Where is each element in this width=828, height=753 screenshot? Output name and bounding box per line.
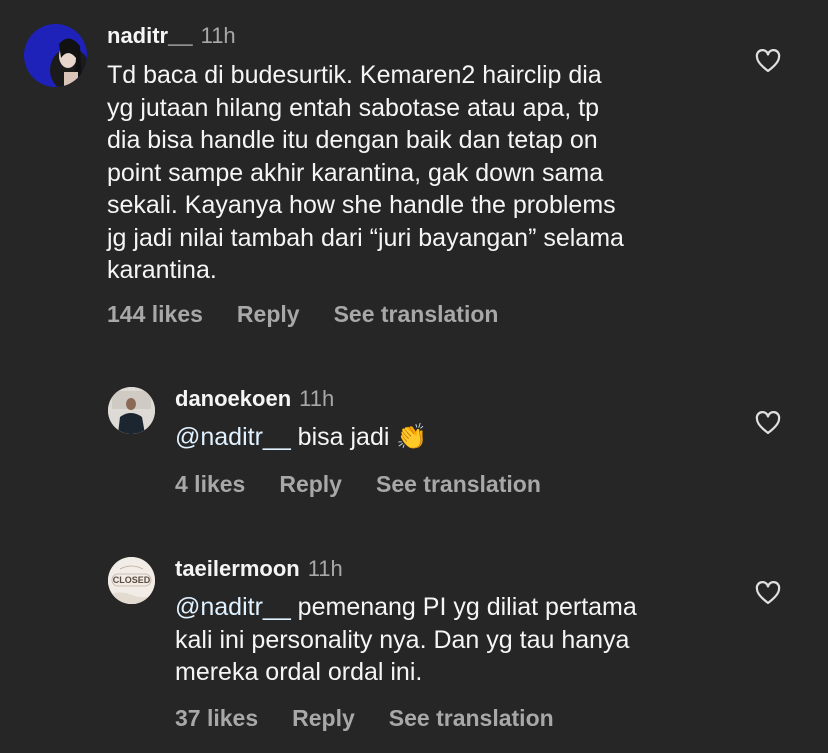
comment-actions: 37 likes Reply See translation [175,704,554,732]
comment-text-line: Td baca di budesurtik. Kemaren2 hairclip… [107,61,602,89]
timestamp: 11h [299,386,335,411]
avatar-portrait-icon [24,24,87,87]
see-translation-button[interactable]: See translation [376,470,541,498]
reply-button[interactable]: Reply [292,704,355,732]
comment-actions: 4 likes Reply See translation [175,470,541,498]
see-translation-button[interactable]: See translation [389,704,554,732]
likes-count[interactable]: 37 likes [175,704,258,732]
comment-text-line: point sampe akhir karantina, gak down sa… [107,158,604,187]
comment-text-segment: bisa jadi [290,423,397,451]
comment-text-line: kali ini personality nya. Dan yg tau han… [175,625,630,654]
avatar-closed-label: CLOSED [112,575,151,585]
comment-header: naditr__ 11h [107,22,236,50]
clapping-hands-emoji: 👏 [396,422,428,451]
comment-text-line: jg jadi nilai tambah dari “juri bayangan… [107,223,624,252]
comment-text-line: mereka ordal ordal ini. [175,658,423,686]
comment-text-line: dia bisa handle itu dengan baik dan teta… [107,126,598,154]
comment-header: taeilermoon 11h [175,555,343,583]
username[interactable]: taeilermoon [175,556,300,581]
comment-taeilermoon: CLOSED taeilermoon 11h @naditr__ pemenang… [0,540,828,753]
heart-outline-icon[interactable] [755,49,781,73]
closed-sign-avatar-icon[interactable]: CLOSED [108,557,155,604]
username[interactable]: danoekoen [175,386,291,411]
comment-text: Td baca di budesurtik. Kemaren2 hairclip… [107,59,624,287]
comment-text-line: yg jutaan hilang entah sabotase atau apa… [107,93,600,122]
comment-text: @naditr__ bisa jadi 👏 [175,421,428,454]
see-translation-button[interactable]: See translation [334,300,499,328]
likes-count[interactable]: 4 likes [175,470,245,498]
comment-text: @naditr__ pemenang PI yg diliat pertama … [175,591,637,689]
mention-link[interactable]: @naditr__ [175,423,291,451]
username[interactable]: naditr__ [107,23,193,48]
comment-danoekoen: danoekoen 11h @naditr__ bisa jadi 👏 4 lik… [0,370,828,510]
user-avatar-icon[interactable] [108,387,155,434]
avatar-portrait-icon [108,387,155,434]
heart-outline-icon[interactable] [755,411,781,435]
timestamp: 11h [200,23,236,48]
user-avatar-icon[interactable] [24,24,87,87]
mention-link[interactable]: @naditr__ [175,593,291,621]
reply-button[interactable]: Reply [279,470,342,498]
comment-header: danoekoen 11h [175,385,334,413]
comment-text-line: sekali. Kayanya how she handle the probl… [107,191,616,219]
timestamp: 11h [307,556,343,581]
comment-text-segment: pemenang PI yg diliat pertama [290,593,637,621]
comment-text-line: karantina. [107,256,217,284]
comment-naditr: naditr__ 11h Td baca di budesurtik. Kemar… [0,0,828,340]
comment-text-line: @naditr__ pemenang PI yg diliat pertama [175,591,637,624]
heart-outline-icon[interactable] [755,581,781,605]
comment-actions: 144 likes Reply See translation [107,300,498,328]
reply-button[interactable]: Reply [237,300,300,328]
likes-count[interactable]: 144 likes [107,300,203,328]
